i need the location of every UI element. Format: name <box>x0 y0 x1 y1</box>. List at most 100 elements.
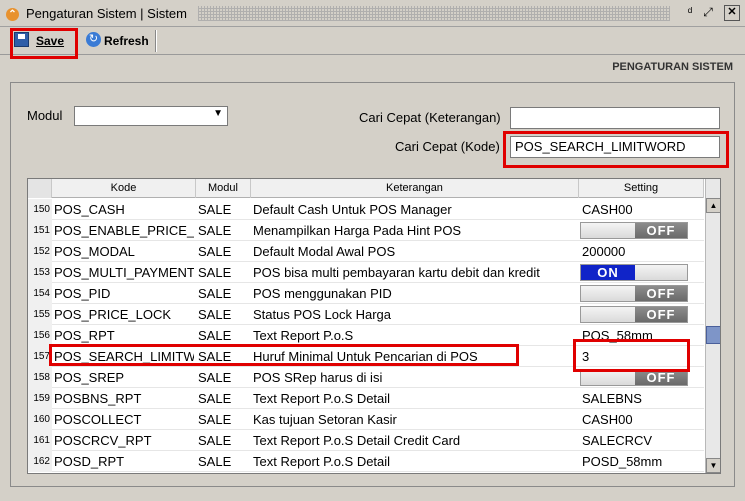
row-number: 152 <box>28 241 52 262</box>
vertical-scrollbar[interactable]: ▲ ▼ <box>705 179 720 473</box>
toggle-knob: OFF <box>635 286 687 301</box>
cell-modul: SALE <box>198 412 232 427</box>
cell-modul: SALE <box>198 391 232 406</box>
cell-modul: SALE <box>198 223 232 238</box>
table-row[interactable]: 151 POS_ENABLE_PRICE_ SALE Menampilkan Harg… <box>28 220 704 241</box>
modul-select[interactable]: ▼ <box>74 106 228 126</box>
cell-keterangan: Default Cash Untuk POS Manager <box>253 202 452 217</box>
table-row[interactable]: 154 POS_PID SALE POS menggunakan PID OFF <box>28 283 704 304</box>
refresh-icon: ↻ <box>86 32 101 47</box>
window-title: Pengaturan Sistem | Sistem <box>26 6 187 21</box>
cell-modul: SALE <box>198 286 232 301</box>
toggle-knob: OFF <box>635 223 687 238</box>
row-157-highlight <box>49 344 519 366</box>
cell-keterangan: Text Report P.o.S Detail <box>253 454 391 469</box>
search-code-label: Cari Cepat (Kode) <box>395 139 500 154</box>
cell-keterangan: POS SRep harus di isi <box>253 370 383 385</box>
cell-kode: POS_CASH <box>54 202 125 217</box>
restore-icon[interactable]: ᵈ <box>682 5 698 21</box>
refresh-button-label: Refresh <box>104 34 149 48</box>
row-number: 160 <box>28 409 52 430</box>
cell-modul: SALE <box>198 202 232 217</box>
header-setting[interactable]: Setting <box>579 179 704 198</box>
header-kode[interactable]: Kode <box>52 179 196 198</box>
cell-kode: POSCRCV_RPT <box>54 433 152 448</box>
cell-kode: POS_ENABLE_PRICE_ <box>54 223 194 238</box>
toolbar-separator <box>155 30 157 52</box>
cell-modul: SALE <box>198 265 232 280</box>
cell-keterangan: Menampilkan Harga Pada Hint POS <box>253 223 462 238</box>
cell-modul: SALE <box>198 307 232 322</box>
scroll-thumb[interactable] <box>706 326 720 344</box>
cell-keterangan: Text Report P.o.S Detail Credit Card <box>253 433 461 448</box>
cell-kode: POSBNS_RPT <box>54 391 142 406</box>
cell-kode: POS_PID <box>54 286 111 301</box>
cell-keterangan: Status POS Lock Harga <box>253 307 392 322</box>
header-rownum <box>28 179 52 198</box>
row-number: 155 <box>28 304 52 325</box>
maximize-icon[interactable]: ⤢ <box>700 5 716 21</box>
header-modul[interactable]: Modul <box>196 179 251 198</box>
header-keterangan[interactable]: Keterangan <box>251 179 579 198</box>
cell-kode: POS_MODAL <box>54 244 135 259</box>
cell-modul: SALE <box>198 244 232 259</box>
setting-toggle[interactable]: ON <box>580 264 688 281</box>
cell-kode: POSCOLLECT <box>54 412 142 427</box>
cell-setting[interactable]: CASH00 <box>582 199 702 220</box>
cell-kode: POS_RPT <box>54 328 115 343</box>
cell-keterangan: POS menggunakan PID <box>253 286 392 301</box>
row-number: 151 <box>28 220 52 241</box>
search-desc-label: Cari Cepat (Keterangan) <box>359 110 501 125</box>
cell-modul: SALE <box>198 433 232 448</box>
search-desc-input[interactable] <box>510 107 720 129</box>
cell-setting[interactable]: POSD_58mm <box>582 451 702 472</box>
cell-keterangan: Text Report P.o.S <box>253 328 354 343</box>
table-row[interactable]: 161 POSCRCV_RPT SALE Text Report P.o.S Deta… <box>28 430 704 451</box>
setting-toggle[interactable]: OFF <box>580 285 688 302</box>
cell-setting[interactable]: SALECRCV <box>582 430 702 451</box>
save-highlight <box>10 28 78 59</box>
cell-kode: POS_SREP <box>54 370 125 385</box>
toggle-knob: OFF <box>635 307 687 322</box>
close-icon[interactable]: ✕ <box>724 5 740 21</box>
table-row[interactable]: 153 POS_MULTI_PAYMENT SALE POS bisa multi p… <box>28 262 704 283</box>
table-row[interactable]: 152 POS_MODAL SALE Default Modal Awal POS 20… <box>28 241 704 262</box>
row-number: 153 <box>28 262 52 283</box>
row-number: 161 <box>28 430 52 451</box>
title-bar-pattern <box>198 6 670 21</box>
modul-label: Modul <box>27 108 63 123</box>
cell-setting[interactable]: CASH00 <box>582 409 702 430</box>
scroll-up-icon[interactable]: ▲ <box>706 198 720 213</box>
cell-setting[interactable]: SALEBNS <box>582 388 702 409</box>
cell-modul: SALE <box>198 370 232 385</box>
cell-kode: POS_PRICE_LOCK <box>54 307 172 322</box>
row-number: 162 <box>28 451 52 472</box>
setting-157-highlight <box>573 339 690 372</box>
chevron-down-icon: ▼ <box>213 108 223 119</box>
scroll-down-icon[interactable]: ▼ <box>706 458 720 473</box>
cell-keterangan: Text Report P.o.S Detail <box>253 391 391 406</box>
table-row[interactable]: 162 POSD_RPT SALE Text Report P.o.S Detail P… <box>28 451 704 472</box>
setting-toggle[interactable]: OFF <box>580 222 688 239</box>
setting-toggle[interactable]: OFF <box>580 306 688 323</box>
refresh-button[interactable]: Refresh <box>104 31 149 51</box>
cell-kode: POS_MULTI_PAYMENT <box>54 265 194 280</box>
cell-keterangan: POS bisa multi pembayaran kartu debit da… <box>253 265 540 280</box>
cell-modul: SALE <box>198 454 232 469</box>
cell-keterangan: Default Modal Awal POS <box>253 244 396 259</box>
cell-kode: POSD_RPT <box>54 454 125 469</box>
table-row[interactable]: 159 POSBNS_RPT SALE Text Report P.o.S Detai… <box>28 388 704 409</box>
row-number: 154 <box>28 283 52 304</box>
row-number: 156 <box>28 325 52 346</box>
table-row[interactable]: 155 POS_PRICE_LOCK SALE Status POS Lock Har… <box>28 304 704 325</box>
cell-keterangan: Kas tujuan Setoran Kasir <box>253 412 397 427</box>
table-row[interactable]: 150 POS_CASH SALE Default Cash Untuk POS Ma… <box>28 199 704 220</box>
cell-setting[interactable]: 200000 <box>582 241 702 262</box>
row-number: 150 <box>28 199 52 220</box>
search-code-highlight <box>503 131 729 168</box>
app-icon: ⌃ <box>6 8 19 21</box>
cell-modul: SALE <box>198 328 232 343</box>
toggle-knob: OFF <box>635 370 687 385</box>
grid-header: Kode Modul Keterangan Setting <box>28 179 704 198</box>
table-row[interactable]: 160 POSCOLLECT SALE Kas tujuan Setoran Kasi… <box>28 409 704 430</box>
